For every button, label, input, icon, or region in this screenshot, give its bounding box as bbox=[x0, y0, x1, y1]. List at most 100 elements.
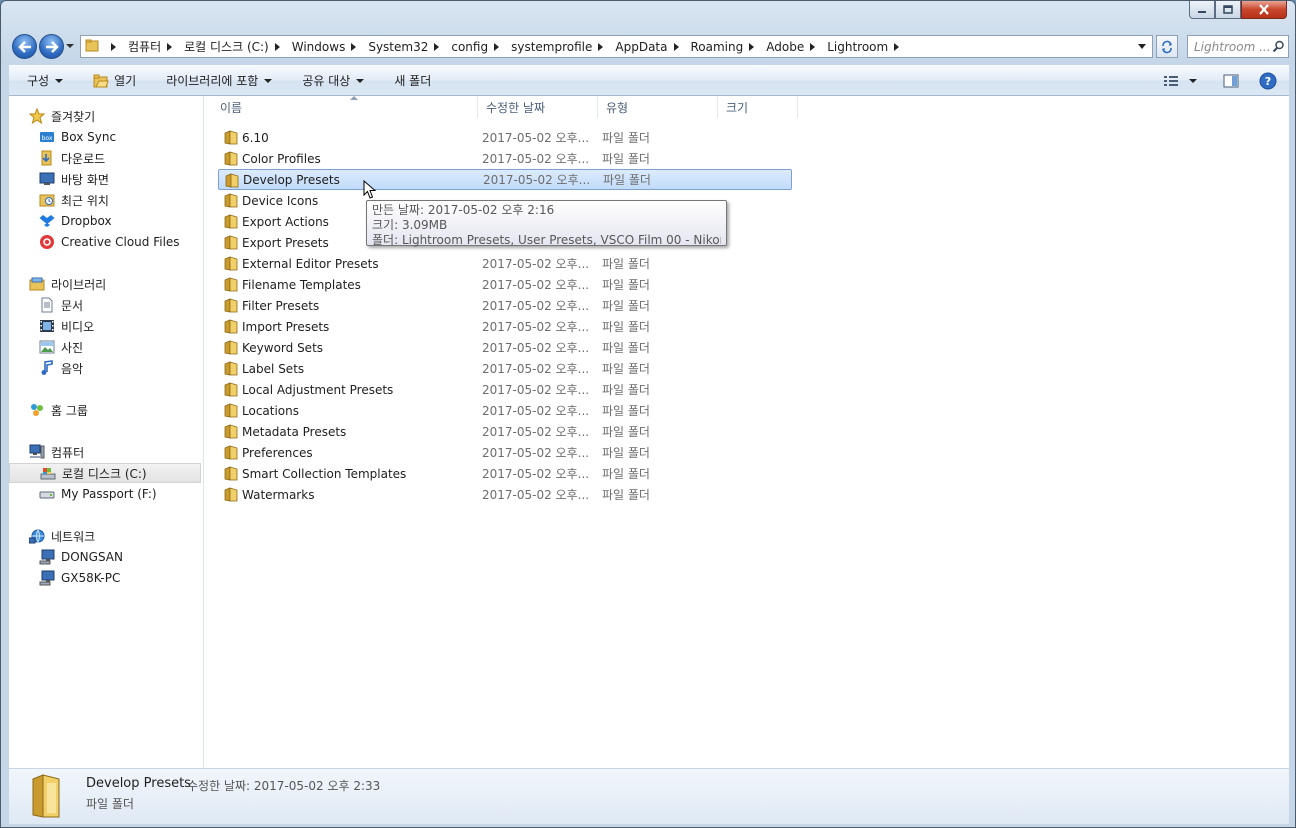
column-header-size[interactable]: 크기 bbox=[718, 96, 798, 118]
include-library-menu[interactable]: 라이브러리에 포함 bbox=[146, 69, 282, 93]
breadcrumb-label: AppData bbox=[615, 39, 668, 54]
nav-library-item[interactable]: 사진 bbox=[9, 337, 231, 357]
nav-favorite-item[interactable]: 다운로드 bbox=[9, 148, 231, 168]
preview-pane-button[interactable] bbox=[1217, 69, 1245, 93]
nav-drive-item[interactable]: 로컬 디스크 (C:) bbox=[9, 463, 201, 483]
file-row[interactable]: Locations 2017-05-02 오후... 파일 폴더 bbox=[218, 400, 792, 421]
folder-icon bbox=[224, 214, 238, 232]
nav-library-item[interactable]: 음악 bbox=[9, 358, 231, 378]
back-button[interactable] bbox=[12, 34, 37, 59]
chevron-right-icon[interactable] bbox=[810, 42, 816, 51]
nav-favorites-header[interactable]: 즐겨찾기 bbox=[9, 106, 221, 126]
file-date: 2017-05-02 오후... bbox=[482, 278, 590, 292]
breadcrumb-label: 로컬 디스크 (C:) bbox=[184, 40, 269, 54]
column-header-type[interactable]: 유형 bbox=[598, 96, 718, 118]
breadcrumb-item[interactable]: System32 bbox=[366, 36, 449, 57]
music-icon bbox=[39, 360, 55, 376]
nav-network-item[interactable]: GX58K-PC bbox=[9, 568, 231, 588]
breadcrumb-item[interactable]: systemprofile bbox=[509, 36, 613, 57]
chevron-right-icon[interactable] bbox=[494, 42, 500, 51]
breadcrumb-item[interactable]: config bbox=[449, 36, 509, 57]
help-button[interactable]: ? bbox=[1253, 69, 1283, 93]
breadcrumb-item[interactable]: AppData bbox=[613, 36, 688, 57]
view-controls: ? bbox=[1157, 66, 1289, 95]
details-name: Develop Presets bbox=[86, 776, 191, 791]
file-row[interactable]: Smart Collection Templates 2017-05-02 오후.… bbox=[218, 463, 792, 484]
breadcrumb-item[interactable]: 로컬 디스크 (C:) bbox=[182, 36, 290, 57]
search-box[interactable] bbox=[1187, 35, 1289, 58]
nav-item-label: Creative Cloud Files bbox=[61, 235, 180, 249]
breadcrumb-item[interactable]: Roaming bbox=[689, 36, 765, 57]
nav-favorite-item[interactable]: Dropbox bbox=[9, 211, 231, 231]
chevron-right-icon[interactable] bbox=[434, 42, 440, 51]
file-row[interactable]: Keyword Sets 2017-05-02 오후... 파일 폴더 bbox=[218, 337, 792, 358]
nav-network-header[interactable]: 네트워크 bbox=[9, 526, 221, 546]
nav-favorite-item[interactable]: 최근 위치 bbox=[9, 190, 231, 210]
change-view-button[interactable] bbox=[1157, 69, 1203, 93]
nav-favorite-item[interactable]: 바탕 화면 bbox=[9, 169, 231, 189]
refresh-button[interactable] bbox=[1156, 35, 1178, 58]
file-row[interactable]: Filename Templates 2017-05-02 오후... 파일 폴더 bbox=[218, 274, 792, 295]
chevron-right-icon[interactable] bbox=[894, 42, 900, 51]
nav-favorite-item[interactable]: box Box Sync bbox=[9, 127, 231, 147]
chevron-right-icon[interactable] bbox=[167, 42, 173, 51]
column-header-name[interactable]: 이름 bbox=[212, 96, 478, 118]
file-row[interactable]: Import Presets 2017-05-02 오후... 파일 폴더 bbox=[218, 316, 792, 337]
file-date: 2017-05-02 오후... bbox=[482, 152, 590, 166]
share-with-menu[interactable]: 공유 대상 bbox=[282, 69, 374, 93]
file-date: 2017-05-02 오후... bbox=[482, 341, 590, 355]
file-row[interactable]: 6.10 2017-05-02 오후... 파일 폴더 bbox=[218, 127, 792, 148]
file-name: Color Profiles bbox=[242, 151, 321, 166]
search-icon[interactable] bbox=[1272, 40, 1285, 53]
file-row[interactable]: External Editor Presets 2017-05-02 오후... 파… bbox=[218, 253, 792, 274]
nav-network-item[interactable]: DONGSAN bbox=[9, 547, 231, 567]
new-folder-button[interactable]: 새 폴더 bbox=[374, 69, 441, 93]
file-row[interactable]: Color Profiles 2017-05-02 오후... 파일 폴더 bbox=[218, 148, 792, 169]
search-input[interactable] bbox=[1188, 39, 1272, 54]
folder-icon bbox=[224, 424, 238, 442]
file-row[interactable]: Local Adjustment Presets 2017-05-02 오후...… bbox=[218, 379, 792, 400]
breadcrumb-item[interactable]: Lightroom bbox=[825, 36, 909, 57]
box-icon: box bbox=[39, 129, 55, 145]
tooltip-size: 크기: 3.09MB bbox=[372, 218, 448, 232]
open-button[interactable]: 열기 bbox=[73, 69, 146, 93]
column-header-date[interactable]: 수정한 날짜 bbox=[478, 96, 598, 118]
organize-menu[interactable]: 구성 bbox=[9, 69, 73, 93]
maximize-button[interactable] bbox=[1215, 1, 1241, 19]
nav-homegroup[interactable]: 홈 그룹 bbox=[9, 400, 221, 420]
chevron-right-icon[interactable] bbox=[598, 42, 604, 51]
close-button[interactable] bbox=[1241, 1, 1287, 19]
nav-drive-item[interactable]: My Passport (F:) bbox=[9, 484, 231, 504]
nav-library-item[interactable]: 문서 bbox=[9, 295, 231, 315]
address-bar[interactable]: 컴퓨터 로컬 디스크 (C:) Windows System32 config syste… bbox=[80, 35, 1153, 58]
file-row[interactable]: Label Sets 2017-05-02 오후... 파일 폴더 bbox=[218, 358, 792, 379]
chevron-down-icon bbox=[55, 78, 64, 83]
chevron-right-icon[interactable] bbox=[351, 42, 357, 51]
minimize-button[interactable] bbox=[1189, 1, 1215, 19]
breadcrumb-item[interactable]: Windows bbox=[290, 36, 367, 57]
nav-libraries-header[interactable]: 라이브러리 bbox=[9, 274, 221, 294]
recent-pages-dropdown[interactable] bbox=[66, 44, 74, 48]
nav-item-label: 바탕 화면 bbox=[61, 172, 109, 187]
file-name: Export Presets bbox=[242, 235, 329, 250]
large-folder-icon bbox=[29, 773, 63, 822]
breadcrumb-item[interactable]: Adobe bbox=[764, 36, 825, 57]
file-row[interactable]: Preferences 2017-05-02 오후... 파일 폴더 bbox=[218, 442, 792, 463]
breadcrumb-item[interactable]: 컴퓨터 bbox=[126, 36, 182, 57]
chevron-right-icon[interactable] bbox=[749, 42, 755, 51]
file-row[interactable]: Metadata Presets 2017-05-02 오후... 파일 폴더 bbox=[218, 421, 792, 442]
nav-favorite-item[interactable]: Creative Cloud Files bbox=[9, 232, 231, 252]
chevron-right-icon[interactable] bbox=[274, 42, 280, 51]
file-row[interactable]: Develop Presets 2017-05-02 오후... 파일 폴더 bbox=[218, 169, 792, 190]
breadcrumb-sep-root[interactable] bbox=[103, 36, 126, 57]
file-type: 파일 폴더 bbox=[602, 362, 650, 376]
forward-button[interactable] bbox=[39, 34, 64, 59]
nav-library-item[interactable]: 비디오 bbox=[9, 316, 231, 336]
breadcrumb-label: systemprofile bbox=[511, 39, 593, 54]
file-row[interactable]: Filter Presets 2017-05-02 오후... 파일 폴더 bbox=[218, 295, 792, 316]
pc-icon bbox=[39, 549, 55, 565]
nav-computer-header[interactable]: 컴퓨터 bbox=[9, 442, 221, 462]
file-row[interactable]: Watermarks 2017-05-02 오후... 파일 폴더 bbox=[218, 484, 792, 505]
chevron-right-icon[interactable] bbox=[673, 42, 679, 51]
address-dropdown[interactable] bbox=[1138, 44, 1146, 49]
